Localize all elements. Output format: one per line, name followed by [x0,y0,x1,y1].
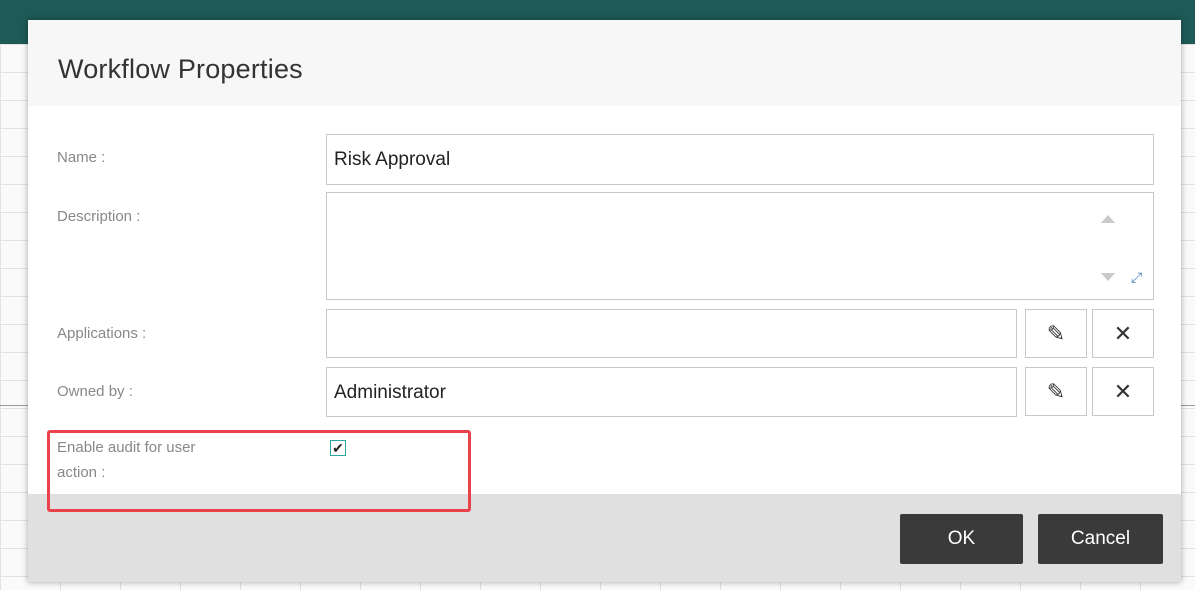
owned-by-edit-button[interactable]: ✎ [1025,367,1087,416]
name-label: Name : [57,149,106,166]
applications-input[interactable] [326,309,1017,358]
description-label: Description : [57,208,141,225]
description-scrollbar[interactable]: ⤢ [1077,193,1153,299]
applications-label: Applications : [57,325,147,342]
owned-by-input[interactable]: Administrator [326,367,1017,417]
applications-edit-button[interactable]: ✎ [1025,309,1087,358]
close-icon: ✕ [1113,320,1133,346]
expand-icon[interactable]: ⤢ [1131,269,1142,286]
arrow-up-icon[interactable] [1101,215,1115,223]
owned-by-label: Owned by : [57,383,133,400]
pencil-icon: ✎ [1046,378,1066,404]
dialog-header: Workflow Properties [28,20,1181,106]
description-textarea[interactable]: ⤢ [326,192,1154,300]
name-value: Risk Approval [334,149,451,170]
arrow-down-icon[interactable] [1101,273,1115,281]
ok-button[interactable]: OK [900,514,1023,564]
dialog-title: Workflow Properties [58,54,303,84]
name-input[interactable]: Risk Approval [326,134,1154,185]
applications-clear-button[interactable]: ✕ [1092,309,1154,358]
pencil-icon: ✎ [1046,320,1066,346]
owned-by-value: Administrator [334,382,446,403]
close-icon: ✕ [1113,378,1133,404]
highlight-annotation [47,430,471,512]
owned-by-clear-button[interactable]: ✕ [1092,367,1154,416]
cancel-button[interactable]: Cancel [1038,514,1163,564]
